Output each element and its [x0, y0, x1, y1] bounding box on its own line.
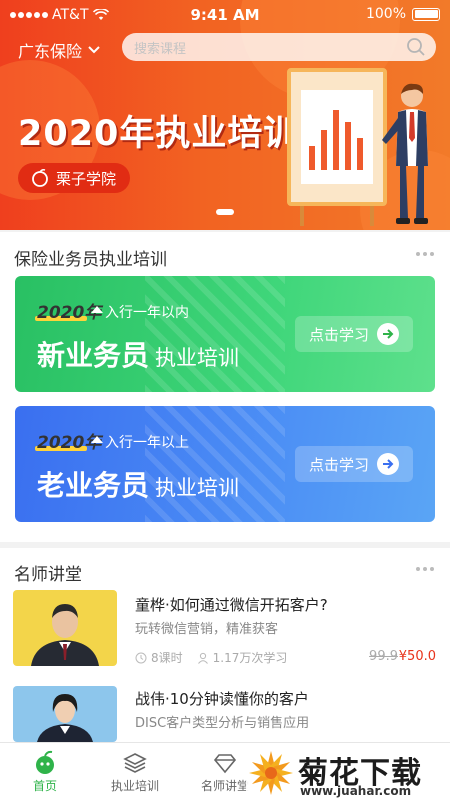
- region-label: 广东保险: [18, 42, 83, 61]
- course-description: DISC客户类型分析与销售应用: [135, 716, 310, 731]
- banner-title: 2020年执业培训: [18, 114, 300, 154]
- start-learning-button[interactable]: 点击学习: [295, 316, 413, 352]
- original-price: 99.9: [369, 649, 398, 664]
- home-logo-icon: [36, 750, 54, 774]
- card-headline-suffix: 执业培训: [155, 476, 240, 500]
- diamond-icon: [213, 754, 237, 774]
- battery-percent: 100%: [365, 6, 406, 22]
- tab-home[interactable]: 首页: [0, 749, 90, 794]
- card-headline: 老业务员 执业培训: [37, 464, 239, 504]
- tab-training[interactable]: 执业培训: [90, 749, 180, 794]
- arrow-right-icon: [377, 323, 399, 345]
- card-subtitle: 入行一年以内: [105, 305, 189, 321]
- easel-leg: [300, 206, 304, 226]
- brand-logo-icon: [32, 168, 48, 187]
- more-icon[interactable]: [416, 567, 434, 571]
- app-screen: AT&T 9:41 AM 100% 广东保险 搜索课程 2020年执业培训 栗子…: [0, 0, 450, 800]
- battery-icon: [412, 7, 440, 21]
- section-title: 保险业务员执业培训: [14, 250, 167, 270]
- triangle-icon: [91, 436, 103, 443]
- status-bar: AT&T 9:41 AM 100%: [0, 0, 450, 30]
- card-headline-main: 新业务员: [37, 339, 150, 372]
- user-icon: [197, 652, 208, 664]
- presenter-illustration: [382, 83, 428, 224]
- chart-board-illustration: [287, 68, 387, 206]
- view-count: 1.17万次学习: [212, 651, 288, 665]
- sale-price: ¥50.0: [398, 649, 436, 664]
- brand-name: 栗子学院: [56, 169, 117, 188]
- search-placeholder: 搜索课程: [134, 42, 187, 57]
- tab-label: 首页: [32, 779, 57, 793]
- clock-icon: [135, 652, 147, 663]
- search-icon[interactable]: [406, 37, 426, 57]
- card-headline-suffix: 执业培训: [155, 346, 240, 370]
- card-headline: 新业务员 执业培训: [37, 334, 239, 374]
- banner-carousel[interactable]: AT&T 9:41 AM 100% 广东保险 搜索课程 2020年执业培训 栗子…: [0, 0, 450, 230]
- course-description: 玩转微信营销，精准获客: [135, 622, 279, 637]
- course-item[interactable]: 战伟·10分钟读懂你的客户 DISC客户类型分析与销售应用: [0, 686, 450, 742]
- region-selector[interactable]: 广东保险: [18, 38, 100, 62]
- start-learning-button[interactable]: 点击学习: [295, 446, 413, 482]
- arrow-right-icon: [377, 453, 399, 475]
- senior-agent-training-card[interactable]: 2020年 入行一年以上 老业务员 执业培训 点击学习: [15, 406, 435, 522]
- course-title: 战伟·10分钟读懂你的客户: [135, 690, 309, 708]
- search-input[interactable]: 搜索课程: [122, 33, 436, 61]
- lecturer-photo: [13, 686, 117, 742]
- new-agent-training-card[interactable]: 2020年 入行一年以内 新业务员 执业培训 点击学习: [15, 276, 435, 392]
- card-subtitle: 入行一年以上: [105, 435, 189, 451]
- easel-leg: [370, 206, 374, 226]
- chrysanthemum-logo-icon: [249, 751, 293, 795]
- section-title: 名师讲堂: [14, 565, 82, 585]
- tab-label: 执业培训: [110, 779, 159, 793]
- site-watermark: 菊花下载网 www.juahar.com: [246, 746, 450, 800]
- lesson-count: 8课时: [151, 651, 183, 665]
- carousel-indicator[interactable]: [216, 209, 234, 215]
- lecture-section: 名师讲堂 童桦·如何通过微信开拓客户? 玩转微信营销，精准获客 8课时 1.17…: [0, 548, 450, 742]
- layers-icon: [123, 753, 147, 773]
- course-meta: 8课时 1.17万次学习: [135, 649, 287, 666]
- cta-label: 点击学习: [308, 325, 369, 344]
- course-item[interactable]: 童桦·如何通过微信开拓客户? 玩转微信营销，精准获客 8课时 1.17万次学习 …: [0, 590, 450, 686]
- lecturer-photo: [13, 590, 117, 666]
- more-icon[interactable]: [416, 252, 434, 256]
- chevron-down-icon: [88, 46, 100, 54]
- cta-label: 点击学习: [308, 455, 369, 474]
- watermark-url: www.juahar.com: [300, 784, 412, 798]
- course-title: 童桦·如何通过微信开拓客户?: [135, 596, 328, 614]
- brand-badge: 栗子学院: [18, 163, 130, 193]
- card-headline-main: 老业务员: [37, 469, 150, 502]
- triangle-icon: [91, 306, 103, 313]
